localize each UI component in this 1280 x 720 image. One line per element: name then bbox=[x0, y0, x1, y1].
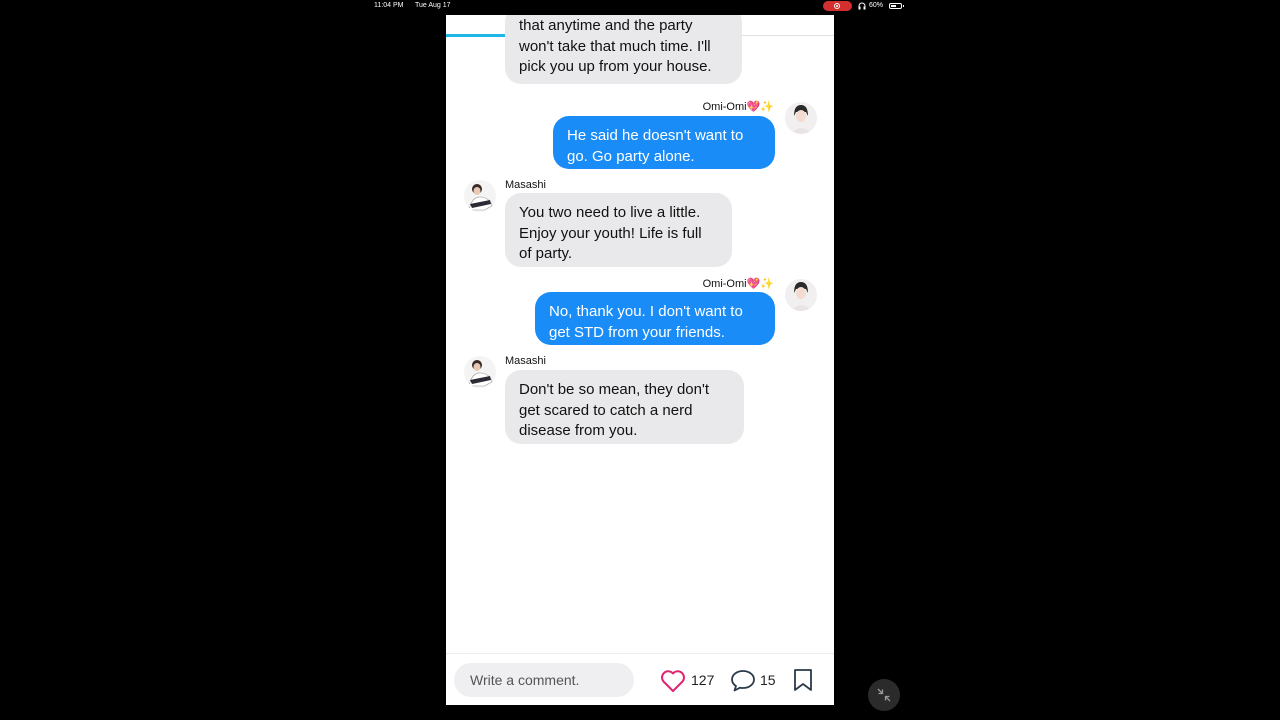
message-bubble-outgoing: He said he doesn't want to go. Go party … bbox=[553, 116, 775, 169]
sender-name-omi: Omi-Omi💖✨ bbox=[702, 101, 774, 113]
headphones-icon bbox=[858, 2, 866, 10]
comment-icon bbox=[731, 670, 755, 692]
battery-level bbox=[891, 5, 897, 7]
comment-input[interactable] bbox=[454, 663, 634, 697]
message-bubble-incoming: that anytime and the party won't take th… bbox=[505, 15, 742, 84]
bookmark-icon bbox=[794, 669, 812, 691]
comment-bar: 127 15 bbox=[446, 653, 834, 705]
bookmark-button[interactable] bbox=[791, 667, 815, 693]
screen-recording-indicator[interactable] bbox=[823, 1, 852, 11]
message-bubble-outgoing: No, thank you. I don't want to get STD f… bbox=[535, 292, 775, 345]
sender-name-masashi: Masashi bbox=[505, 355, 546, 367]
status-bar: 11:04 PM Tue Aug 17 60% bbox=[0, 0, 1280, 12]
like-button[interactable]: 127 bbox=[660, 668, 720, 694]
battery-icon bbox=[889, 3, 902, 9]
sender-name-masashi: Masashi bbox=[505, 179, 546, 191]
record-icon bbox=[834, 3, 840, 9]
story-reader[interactable]: that anytime and the party won't take th… bbox=[446, 15, 834, 705]
battery-percent: 60% bbox=[869, 2, 884, 9]
message-bubble-incoming: You two need to live a little. Enjoy you… bbox=[505, 193, 732, 267]
collapse-icon bbox=[877, 688, 891, 702]
comment-count: 15 bbox=[760, 672, 776, 688]
comments-button[interactable]: 15 bbox=[730, 668, 780, 694]
avatar-masashi bbox=[464, 180, 496, 212]
heart-icon bbox=[661, 670, 685, 692]
sender-name-omi: Omi-Omi💖✨ bbox=[702, 278, 774, 290]
collapse-button[interactable] bbox=[868, 679, 900, 711]
avatar-omi bbox=[785, 102, 817, 134]
message-bubble-incoming: Don't be so mean, they don't get scared … bbox=[505, 370, 744, 444]
battery-tip bbox=[903, 5, 904, 7]
avatar-omi bbox=[785, 279, 817, 311]
avatar-masashi bbox=[464, 356, 496, 388]
status-date: Tue Aug 17 bbox=[415, 2, 451, 9]
status-time: 11:04 PM bbox=[374, 2, 404, 9]
like-count: 127 bbox=[691, 672, 715, 688]
